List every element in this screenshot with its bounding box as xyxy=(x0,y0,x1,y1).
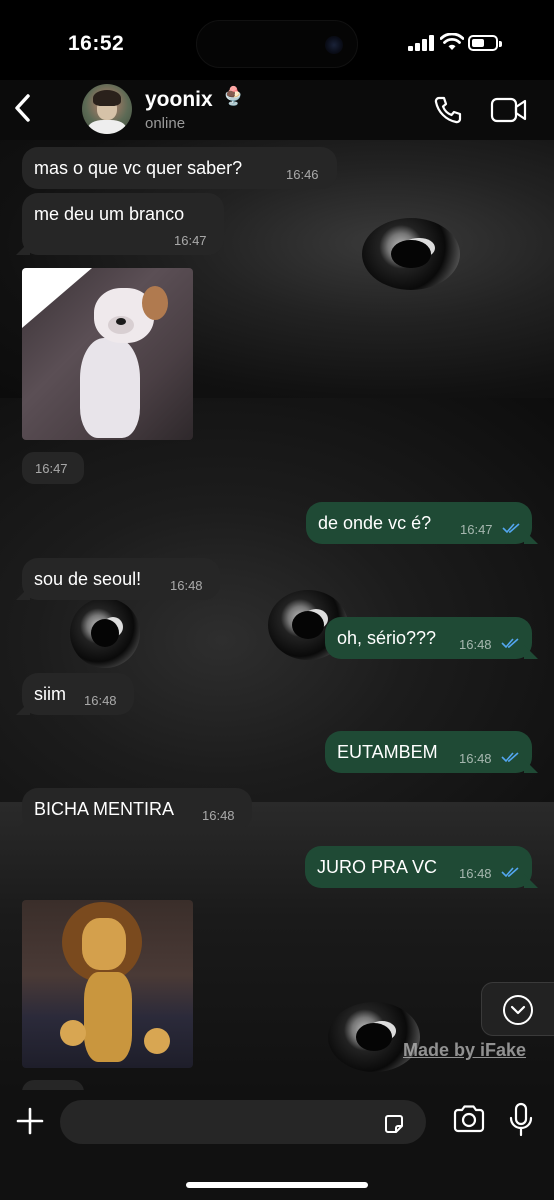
battery-icon xyxy=(468,35,502,51)
camera-icon[interactable] xyxy=(452,1104,486,1134)
contact-avatar[interactable] xyxy=(82,84,132,134)
message-bubble-outgoing[interactable]: de onde vc é? 16:47 xyxy=(306,502,538,544)
lion-meme-image[interactable] xyxy=(22,900,193,1068)
message-text: siim xyxy=(34,684,66,704)
contact-name[interactable]: yoonix xyxy=(145,88,213,112)
image-timestamp: 16:47 xyxy=(22,452,84,484)
message-time: 16:47 xyxy=(174,233,207,248)
contact-presence: online xyxy=(145,115,186,132)
front-camera-icon xyxy=(325,36,343,54)
read-receipt-icon xyxy=(502,523,520,534)
wifi-icon xyxy=(440,33,464,50)
watermark-text: Made by iFake xyxy=(403,1040,527,1060)
cellular-signal-icon xyxy=(408,35,434,51)
cat-eye xyxy=(362,218,460,290)
phone-icon[interactable] xyxy=(432,94,464,126)
message-time: 16:48 xyxy=(170,578,203,593)
message-bubble-incoming[interactable]: mas o que vc quer saber? 16:46 xyxy=(22,147,337,189)
message-bubble-outgoing[interactable]: EUTAMBEM 16:48 xyxy=(325,731,538,773)
message-input-container[interactable] xyxy=(60,1100,426,1144)
chat-header: yoonix 🍨 online xyxy=(0,80,554,140)
video-camera-icon[interactable] xyxy=(490,96,528,124)
read-receipt-icon xyxy=(501,867,519,878)
message-bubble-incoming[interactable]: BICHA MENTIRA 16:48 xyxy=(16,788,252,830)
message-text: BICHA MENTIRA xyxy=(34,799,175,819)
message-text: oh, sério??? xyxy=(337,628,437,648)
message-input[interactable] xyxy=(76,1110,376,1134)
message-time: 16:48 xyxy=(459,866,492,881)
cat-eye xyxy=(328,1002,420,1072)
message-text: EUTAMBEM xyxy=(337,742,438,762)
message-text: sou de seoul! xyxy=(34,569,142,589)
message-time: 16:48 xyxy=(84,693,117,708)
cat-eye xyxy=(70,598,140,668)
message-text: JURO PRA VC xyxy=(317,857,438,877)
message-bubble-incoming[interactable]: me deu um branco 16:47 xyxy=(16,193,224,255)
message-bubble-outgoing[interactable]: JURO PRA VC 16:48 xyxy=(305,846,538,888)
dog-meme-image[interactable] xyxy=(22,268,193,440)
ice-cream-emoji: 🍨 xyxy=(222,86,245,106)
chevron-down-icon xyxy=(503,995,533,1025)
plus-icon[interactable] xyxy=(14,1105,46,1137)
message-time: 16:47 xyxy=(460,522,493,537)
message-text: de onde vc é? xyxy=(318,513,432,533)
message-time: 16:48 xyxy=(459,637,492,652)
message-composer xyxy=(0,1090,554,1200)
message-bubble-incoming[interactable]: sou de seoul! 16:48 xyxy=(16,558,220,600)
message-bubble-outgoing[interactable]: oh, sério??? 16:48 xyxy=(325,617,538,659)
message-bubble-incoming[interactable]: siim 16:48 xyxy=(16,673,134,715)
status-bar: 16:52 xyxy=(0,0,554,80)
message-text: mas o que vc quer saber? xyxy=(34,158,243,178)
sticker-icon[interactable] xyxy=(382,1112,406,1136)
back-chevron-icon[interactable] xyxy=(8,90,40,126)
scroll-to-bottom-button[interactable] xyxy=(481,982,554,1036)
read-receipt-icon xyxy=(501,752,519,763)
read-receipt-icon xyxy=(501,638,519,649)
home-indicator xyxy=(186,1182,368,1188)
status-time: 16:52 xyxy=(68,32,125,55)
microphone-icon[interactable] xyxy=(508,1102,534,1138)
message-time: 16:48 xyxy=(459,751,492,766)
message-time: 16:48 xyxy=(202,808,235,823)
dynamic-island xyxy=(196,20,358,68)
message-time: 16:46 xyxy=(286,167,319,182)
message-text: me deu um branco xyxy=(34,204,185,224)
